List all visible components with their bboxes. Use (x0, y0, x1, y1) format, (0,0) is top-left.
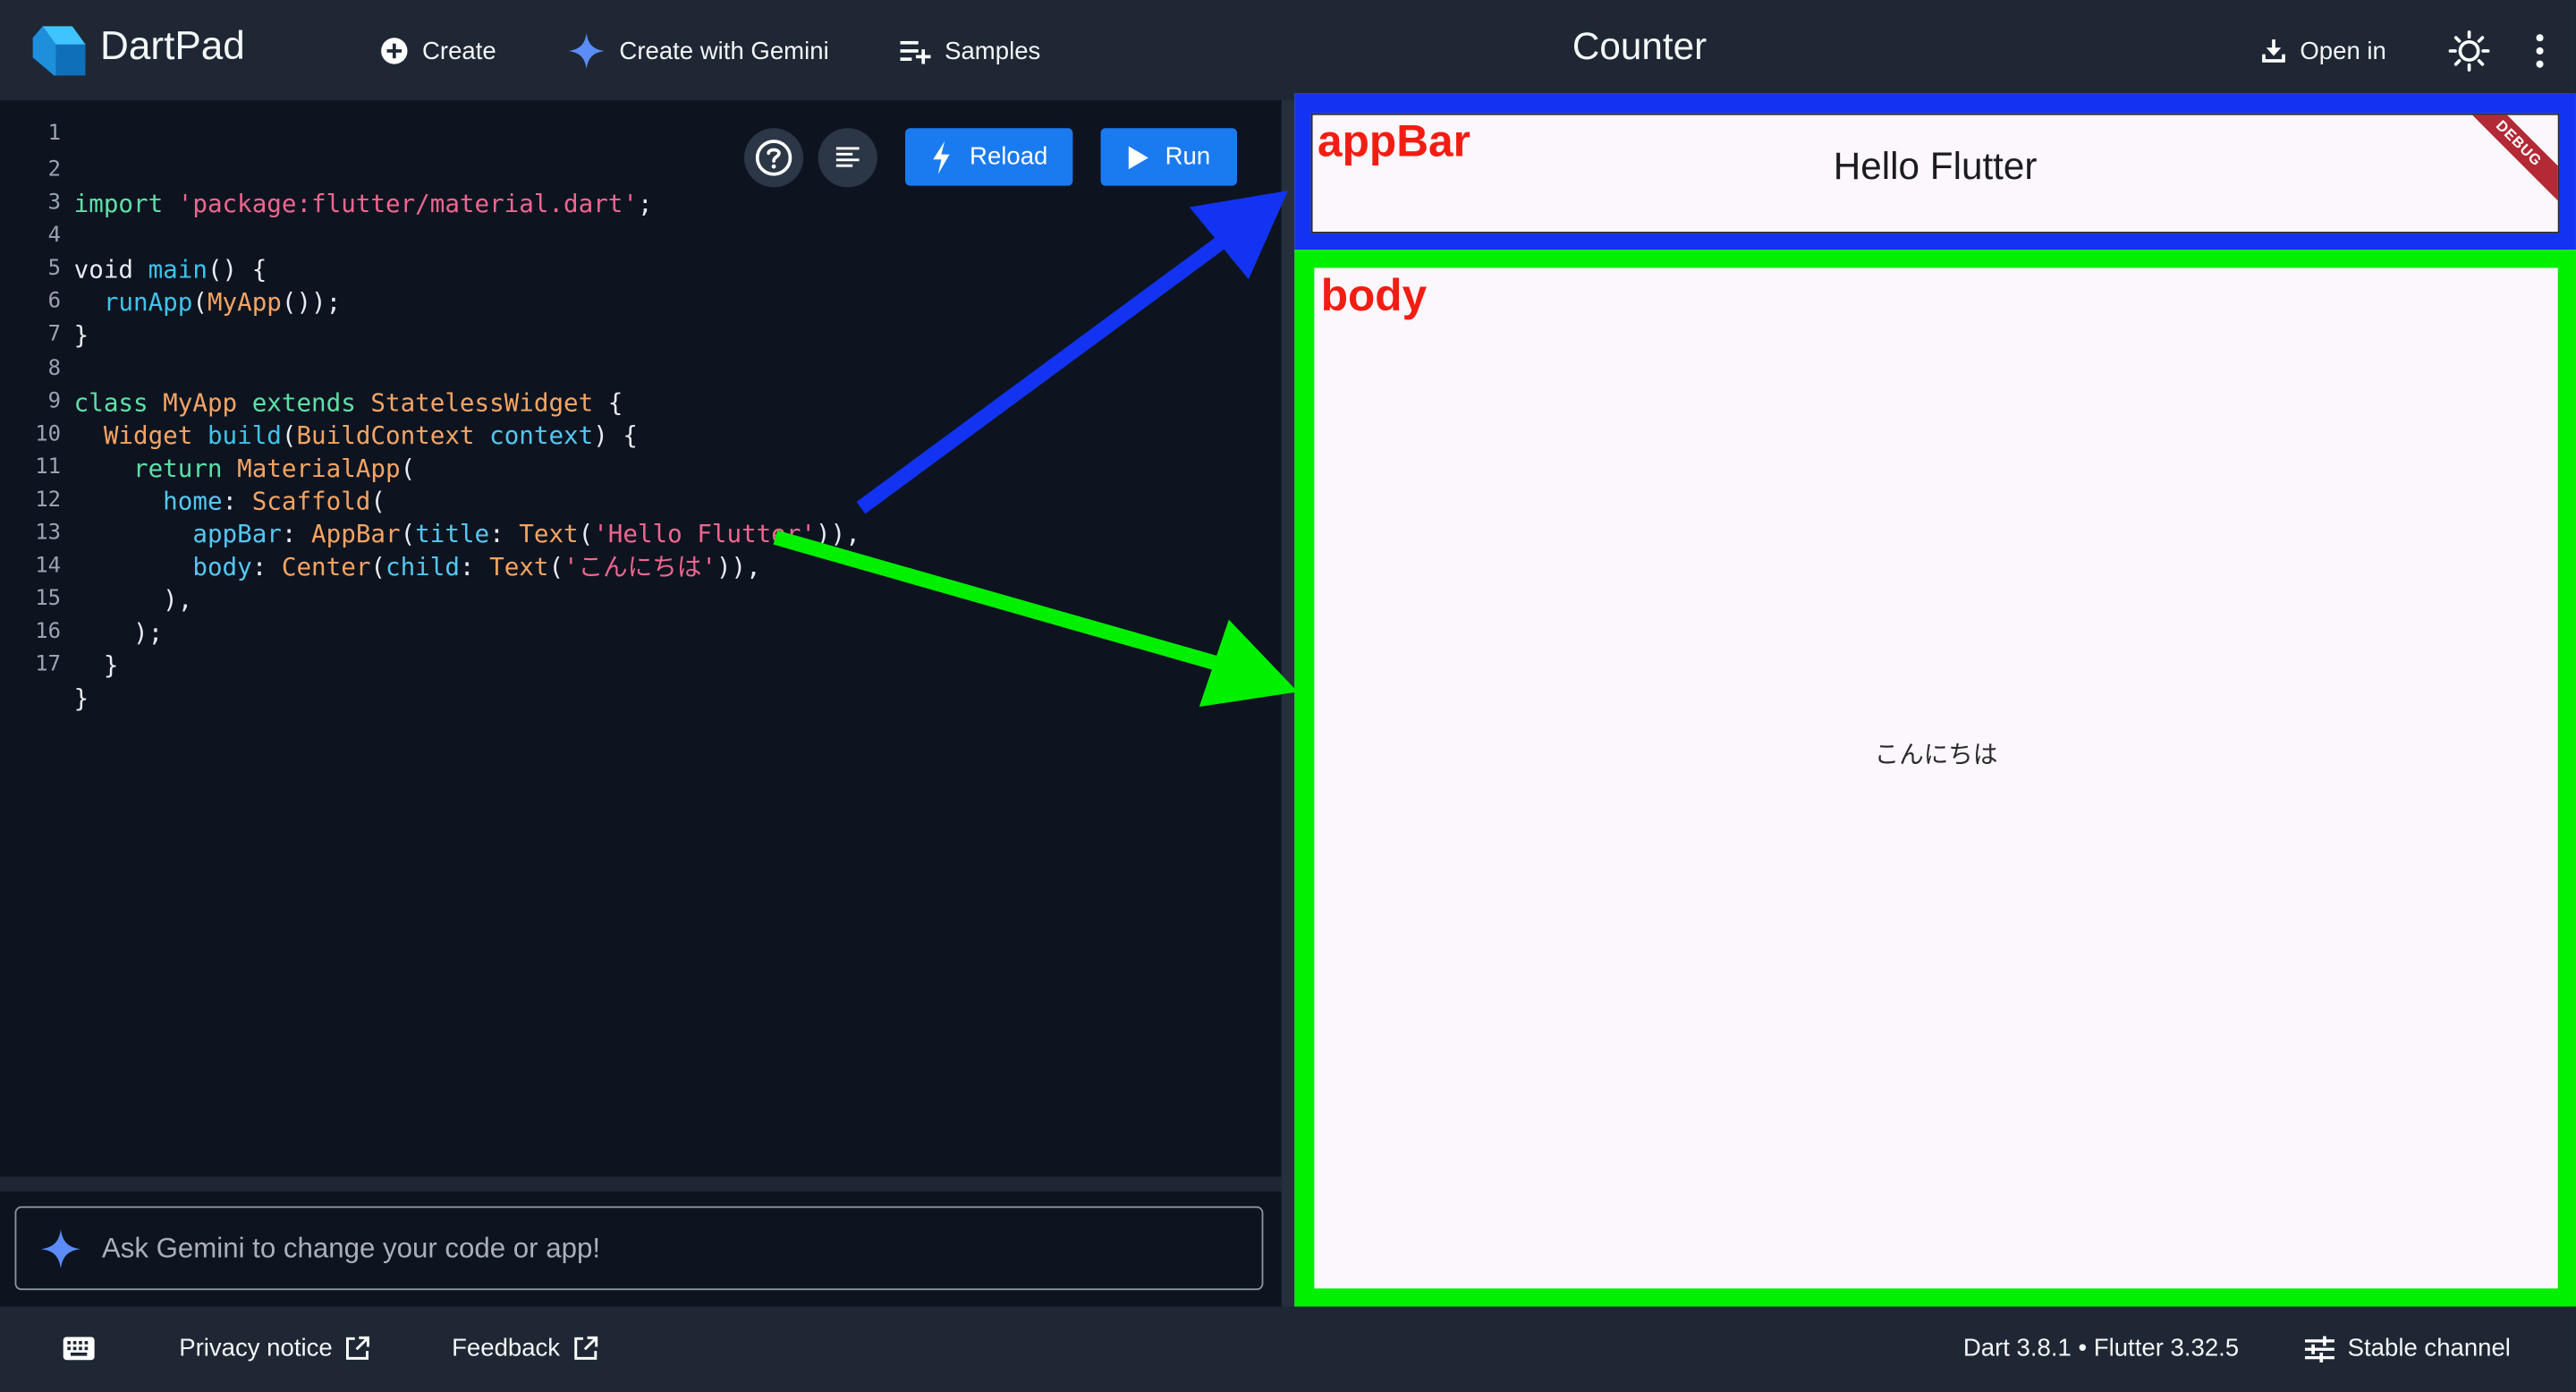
gemini-prompt-placeholder: Ask Gemini to change your code or app! (101, 1231, 601, 1263)
body-center-text: こんにちは (1874, 741, 1998, 769)
line-number: 7 (47, 322, 61, 347)
samples-button[interactable]: Samples (900, 31, 1041, 71)
code-editor[interactable]: 1 2 import 'package:flutter/material.dar… (0, 100, 1282, 1177)
privacy-notice-label: Privacy notice (179, 1334, 333, 1362)
appbar-annotation-label: appBar (1318, 116, 1470, 166)
reload-label: Reload (970, 142, 1048, 172)
keyboard-icon[interactable] (63, 1337, 96, 1362)
flutter-body: body こんにちは (1314, 267, 2558, 1289)
add-circle-icon (381, 38, 408, 64)
line-number: 4 (47, 223, 61, 249)
body-highlight: body こんにちは (1294, 250, 2576, 1307)
editor-separator (0, 1176, 1282, 1192)
gemini-prompt-input[interactable]: Ask Gemini to change your code or app! (14, 1206, 1264, 1291)
line-number: 10 (35, 422, 61, 447)
download-icon (2262, 39, 2285, 63)
help-button[interactable] (744, 128, 804, 188)
flutter-appbar: Hello Flutter DEBUG (1310, 113, 2560, 233)
panel-divider[interactable] (1281, 100, 1295, 1307)
gemini-prompt-area: Ask Gemini to change your code or app! (0, 1191, 1282, 1307)
external-link-icon (346, 1336, 370, 1360)
run-label: Run (1165, 142, 1211, 172)
line-number: 17 (35, 652, 61, 677)
line-number: 11 (35, 454, 61, 480)
feedback-label: Feedback (452, 1334, 561, 1362)
code-line-17[interactable]: } (74, 682, 89, 715)
create-label: Create (422, 37, 496, 65)
version-info: Dart 3.8.1 • Flutter 3.32.5 (1963, 1335, 2239, 1362)
help-icon (755, 140, 792, 176)
create-with-gemini-label: Create with Gemini (619, 37, 829, 65)
dart-logo-icon (32, 26, 86, 76)
run-button[interactable]: Run (1100, 128, 1238, 186)
appbar-title: Hello Flutter (1833, 144, 2038, 188)
privacy-notice-link[interactable]: Privacy notice (179, 1335, 370, 1362)
reload-button[interactable]: Reload (905, 128, 1073, 186)
channel-label: Stable channel (2347, 1334, 2511, 1362)
line-number: 3 (47, 191, 61, 216)
format-icon (835, 147, 860, 167)
more-vert-icon[interactable] (2523, 33, 2556, 69)
open-in-button[interactable]: Open in (2260, 31, 2386, 71)
feedback-link[interactable]: Feedback (452, 1335, 597, 1362)
project-title: Counter (1572, 24, 1707, 68)
line-number: 15 (35, 586, 61, 612)
appbar-highlight: Hello Flutter DEBUG appBar (1294, 93, 2576, 250)
create-button[interactable]: Create (379, 31, 496, 71)
gemini-sparkle-icon (41, 1228, 80, 1269)
line-number: 13 (35, 521, 61, 546)
body-annotation-label: body (1320, 271, 1428, 321)
bolt-icon (933, 140, 951, 174)
samples-label: Samples (945, 37, 1041, 65)
external-link-icon (574, 1336, 597, 1360)
line-number: 14 (35, 554, 61, 579)
line-number: 9 (47, 389, 61, 414)
app-preview: Hello Flutter DEBUG appBar body こんにちは (1294, 93, 2576, 1307)
footer-bar: Privacy notice Feedback Dart 3.8.1 • Flu… (0, 1306, 2576, 1392)
tune-icon (2304, 1335, 2334, 1362)
line-number: 5 (47, 256, 61, 282)
line-number: 2 (47, 157, 61, 182)
play-icon (1129, 145, 1149, 169)
brightness-icon[interactable] (2448, 30, 2491, 72)
gemini-sparkle-icon (568, 32, 605, 70)
line-number: 12 (35, 488, 61, 514)
line-number: 6 (47, 289, 61, 314)
line-number: 16 (35, 619, 61, 645)
line-number: 8 (47, 356, 61, 382)
open-in-label: Open in (2300, 37, 2386, 65)
version-label: Dart 3.8.1 • Flutter 3.32.5 (1962, 1334, 2240, 1362)
channel-selector[interactable]: Stable channel (2304, 1334, 2511, 1362)
create-with-gemini-button[interactable]: Create with Gemini (567, 31, 829, 71)
format-button[interactable] (818, 128, 877, 188)
app-brand[interactable]: DartPad (100, 25, 245, 71)
top-bar: DartPad Create Create with Gemini Sample… (0, 0, 2576, 101)
line-number: 1 (47, 121, 61, 147)
playlist-add-icon (900, 40, 931, 64)
